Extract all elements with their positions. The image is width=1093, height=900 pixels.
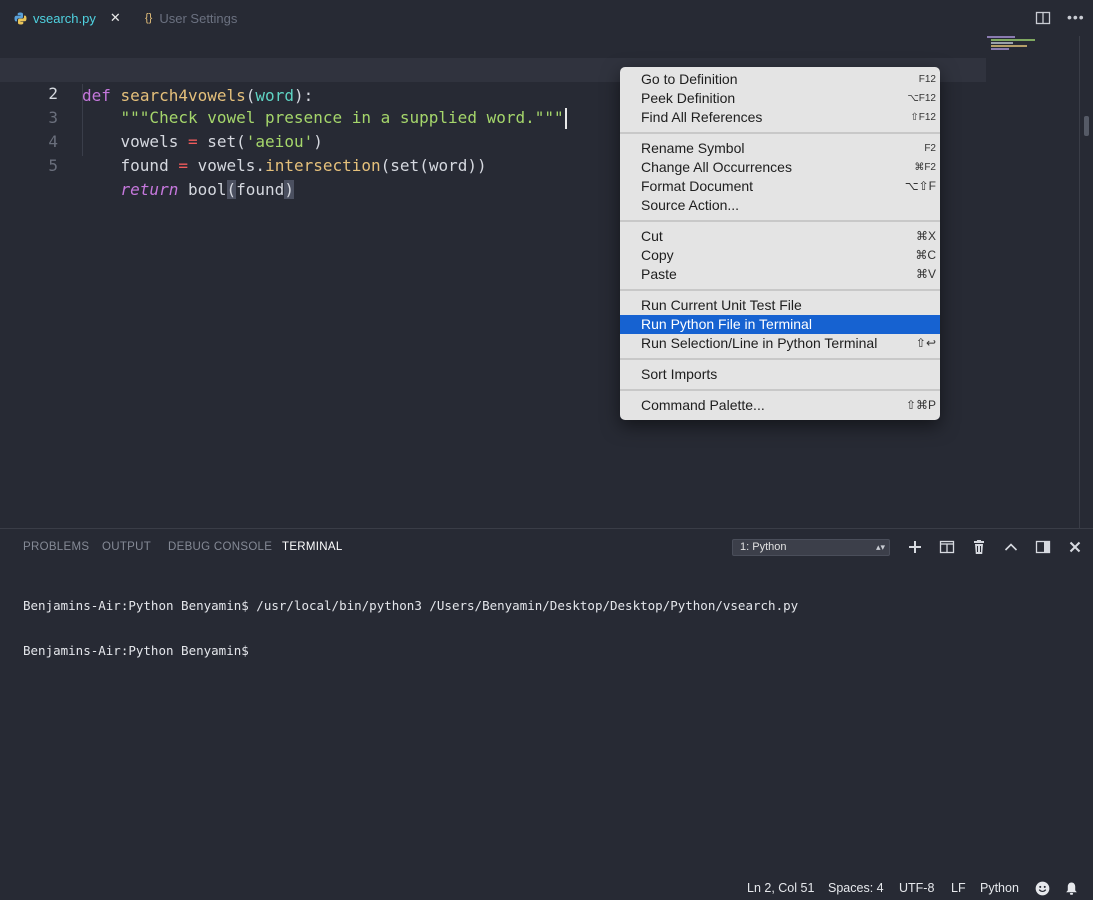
select-arrows-icon: ▴▾ xyxy=(875,542,885,552)
menu-item-go-to-definition[interactable]: Go to Definition F12 xyxy=(620,70,940,89)
code-text: found = vowels.intersection(set(word)) xyxy=(120,156,487,175)
close-panel-icon[interactable] xyxy=(1067,539,1083,555)
tab-output[interactable]: OUTPUT xyxy=(102,541,151,553)
status-bar: Ln 2, Col 51 Spaces: 4 UTF-8 LF Python xyxy=(0,878,1093,900)
menu-separator xyxy=(620,132,940,134)
menu-item-peek-definition[interactable]: Peek Definition ⌥F12 xyxy=(620,89,940,108)
code-line-1[interactable]: 1 def search4vowels(word): xyxy=(0,36,986,105)
feedback-smiley-icon[interactable] xyxy=(1035,881,1050,896)
indentation-setting[interactable]: Spaces: 4 xyxy=(828,881,884,895)
menu-item-copy[interactable]: Copy ⌘C xyxy=(620,246,940,265)
menu-separator xyxy=(620,289,940,291)
settings-json-icon: {} xyxy=(145,12,153,24)
python-file-icon xyxy=(14,12,27,24)
scrollbar-thumb[interactable] xyxy=(1084,116,1089,136)
menu-separator xyxy=(620,220,940,222)
menu-item-paste[interactable]: Paste ⌘V xyxy=(620,265,940,284)
editor-scrollbar[interactable] xyxy=(1079,36,1093,528)
language-mode[interactable]: Python xyxy=(980,881,1019,895)
menu-item-run-unit-test-file[interactable]: Run Current Unit Test File xyxy=(620,296,940,315)
menu-item-run-python-file-in-terminal[interactable]: Run Python File in Terminal xyxy=(620,315,940,334)
menu-separator xyxy=(620,358,940,360)
tab-terminal[interactable]: TERMINAL xyxy=(282,541,343,553)
editor-tab-bar: vsearch.py ✕ {} User Settings ••• xyxy=(0,0,1093,36)
menu-item-sort-imports[interactable]: Sort Imports xyxy=(620,365,940,384)
menu-separator xyxy=(620,389,940,391)
code-text: return bool(found) xyxy=(120,180,294,199)
menu-item-source-action[interactable]: Source Action... xyxy=(620,196,940,215)
tab-user-settings[interactable]: {} User Settings xyxy=(145,0,237,36)
menu-item-rename-symbol[interactable]: Rename Symbol F2 xyxy=(620,139,940,158)
menu-item-find-all-references[interactable]: Find All References ⇧F12 xyxy=(620,108,940,127)
tab-debug-console[interactable]: DEBUG CONSOLE xyxy=(168,541,272,553)
maximize-panel-icon[interactable] xyxy=(1003,539,1019,555)
terminal-select-value: 1: Python xyxy=(740,541,787,553)
terminal-select[interactable]: 1: Python ▴▾ xyxy=(732,539,890,556)
new-terminal-icon[interactable] xyxy=(907,539,923,555)
tab-problems[interactable]: PROBLEMS xyxy=(23,541,89,553)
cursor-position[interactable]: Ln 2, Col 51 xyxy=(747,881,814,895)
terminal-output[interactable]: Benjamins-Air:Python Benyamin$ /usr/loca… xyxy=(23,568,798,688)
tab-user-settings-label: User Settings xyxy=(159,10,238,26)
split-terminal-icon[interactable] xyxy=(939,539,955,555)
close-tab-icon[interactable]: ✕ xyxy=(110,10,121,26)
terminal-line: Benjamins-Air:Python Benyamin$ xyxy=(23,643,257,658)
tab-vsearch[interactable]: vsearch.py ✕ xyxy=(14,0,121,36)
menu-item-change-all-occurrences[interactable]: Change All Occurrences ⌘F2 xyxy=(620,158,940,177)
line-number: 5 xyxy=(48,156,58,175)
notifications-bell-icon[interactable] xyxy=(1065,881,1078,896)
menu-item-run-selection-in-terminal[interactable]: Run Selection/Line in Python Terminal ⇧↩ xyxy=(620,334,940,353)
more-actions-icon[interactable]: ••• xyxy=(1067,10,1084,26)
kill-terminal-icon[interactable] xyxy=(971,539,987,555)
context-menu: Go to Definition F12 Peek Definition ⌥F12 … xyxy=(620,67,940,420)
split-editor-icon[interactable] xyxy=(1035,10,1051,26)
toggle-panel-position-icon[interactable] xyxy=(1035,539,1051,555)
menu-item-format-document[interactable]: Format Document ⌥⇧F xyxy=(620,177,940,196)
bottom-panel: PROBLEMS OUTPUT DEBUG CONSOLE TERMINAL 1… xyxy=(0,528,1093,878)
end-of-line[interactable]: LF xyxy=(951,881,966,895)
tab-vsearch-label: vsearch.py xyxy=(33,10,96,26)
minimap[interactable] xyxy=(985,36,1045,50)
menu-item-cut[interactable]: Cut ⌘X xyxy=(620,227,940,246)
menu-item-command-palette[interactable]: Command Palette... ⇧⌘P xyxy=(620,396,940,415)
terminal-line: Benjamins-Air:Python Benyamin$ /usr/loca… xyxy=(23,598,799,613)
file-encoding[interactable]: UTF-8 xyxy=(899,881,934,895)
